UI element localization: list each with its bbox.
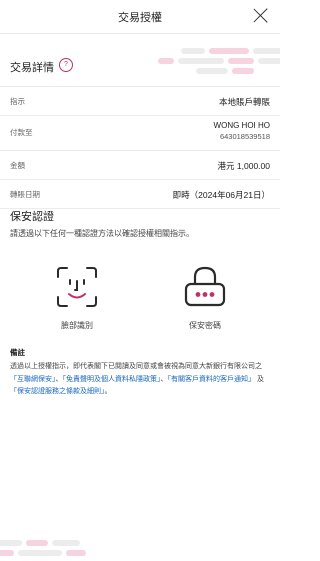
decor-pill <box>0 550 14 556</box>
separator: 、 <box>160 375 168 383</box>
payee-label: 付款至 <box>10 128 33 137</box>
payee-value: WONG HOI HO 643018539518 <box>214 120 270 142</box>
face-recognition-label: 臉部識別 <box>61 321 93 330</box>
decor-pill <box>228 58 254 64</box>
security-terms-link[interactable]: 「保安認證服務之條款及細則」 <box>10 388 105 395</box>
security-password-option[interactable]: 保安密碼 <box>155 265 255 331</box>
decor-pill <box>196 68 228 74</box>
padlock-password-icon <box>184 266 226 307</box>
security-auth-description: 請透過以下任何一種認證方法以確認授權相關指示。 <box>10 229 194 238</box>
detail-row-transfer-date: 轉賬日期 即時（2024年06月21日） <box>0 180 280 209</box>
payee-account-number: 643018539518 <box>219 132 270 141</box>
decor-pill <box>66 550 86 556</box>
decor-pill <box>181 48 205 54</box>
face-recognition-icon <box>57 267 97 307</box>
remarks-body: 透過以上授權指示，即代表閣下已閱讀及同意或會被視為同意大新銀行有限公司之 <box>10 363 262 370</box>
detail-row-payee: 付款至 WONG HOI HO 643018539518 <box>0 116 280 151</box>
remarks-end: 。 <box>104 388 112 395</box>
transaction-details-header: 交易詳情 ? <box>0 34 280 87</box>
decor-pill <box>209 48 249 54</box>
disclaimer-privacy-link[interactable]: 「免責聲明及個人資料私隱政策」 <box>63 376 161 383</box>
decor-pill <box>0 540 22 546</box>
remarks-text: 透過以上授權指示，即代表閣下已閱讀及同意或會被視為同意大新銀行有限公司之「互聯網… <box>10 361 272 399</box>
page-title: 交易授權 <box>118 12 162 24</box>
security-password-label: 保安密碼 <box>189 321 221 330</box>
decor-pill <box>253 48 280 54</box>
close-button[interactable] <box>253 8 268 23</box>
decor-pill <box>232 68 254 74</box>
face-recognition-option[interactable]: 臉部識別 <box>27 265 127 331</box>
transfer-date-value: 即時（2024年06月21日） <box>172 190 270 200</box>
detail-row-instruction: 指示 本地賬戶轉賬 <box>0 87 280 116</box>
decor-pill <box>258 58 280 64</box>
decor-pill <box>18 550 62 556</box>
instruction-label: 指示 <box>10 97 25 106</box>
instruction-value: 本地賬戶轉賬 <box>218 97 270 107</box>
decor-pill <box>52 540 80 546</box>
internet-security-link[interactable]: 「互聯網保安」 <box>10 376 56 383</box>
amount-label: 金額 <box>10 161 25 170</box>
decor-pill <box>158 58 174 64</box>
header: 交易授權 <box>0 0 280 34</box>
remarks-title: 備註 <box>10 348 25 357</box>
security-auth-title: 保安認證 <box>10 211 54 223</box>
customer-notice-link[interactable]: 「有關客戶資料的客戶通知」 <box>168 376 256 383</box>
separator: 、 <box>55 375 63 383</box>
help-icon[interactable]: ? <box>59 58 73 72</box>
transfer-date-label: 轉賬日期 <box>10 190 40 199</box>
payee-name: WONG HOI HO <box>213 121 270 130</box>
detail-row-amount: 金額 港元 1,000.00 <box>0 151 280 180</box>
amount-value: 港元 1,000.00 <box>217 161 270 171</box>
transaction-details-title: 交易詳情 <box>10 62 54 74</box>
separator: 及 <box>255 375 264 383</box>
decor-pill <box>26 540 48 546</box>
decor-pill <box>178 58 224 64</box>
